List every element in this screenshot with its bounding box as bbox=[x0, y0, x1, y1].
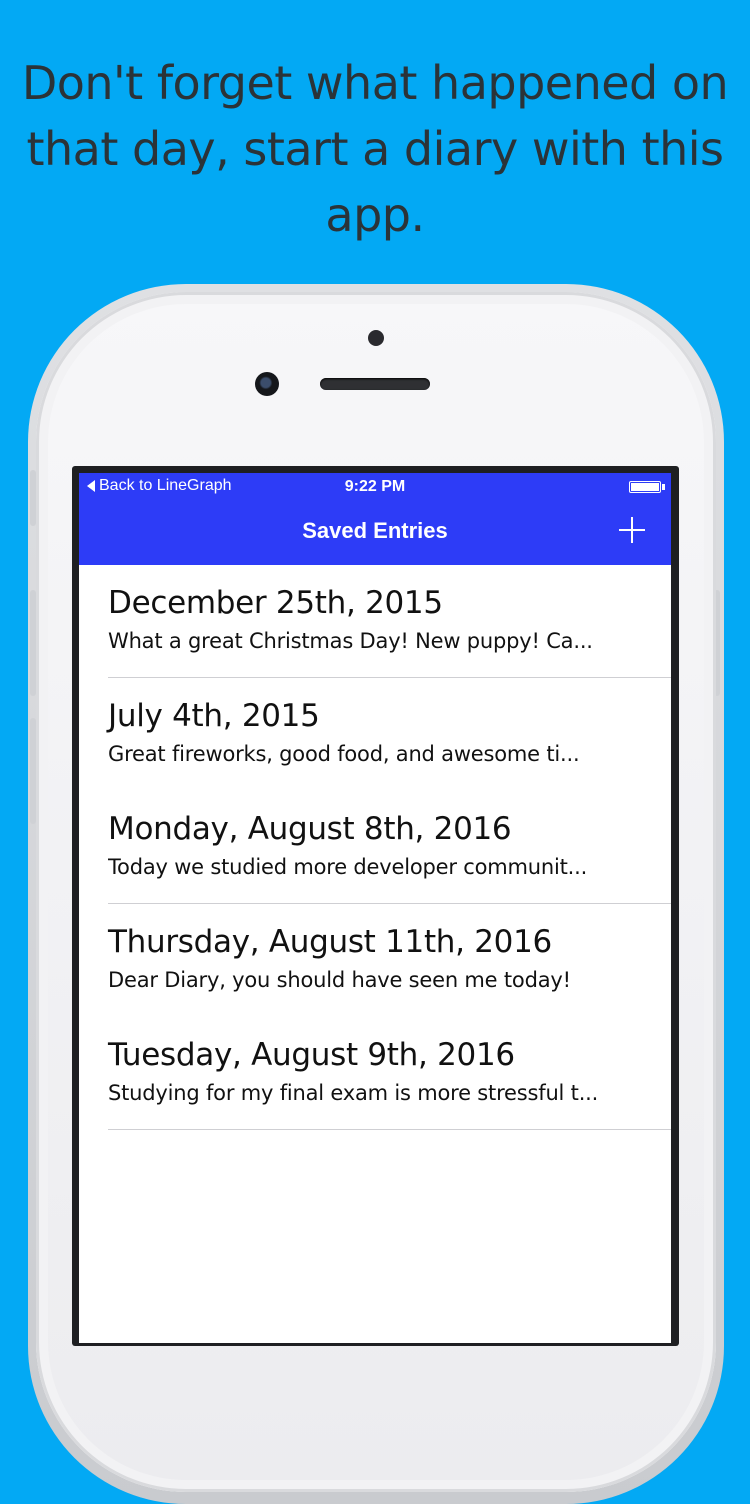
list-item[interactable]: December 25th, 2015 What a great Christm… bbox=[108, 565, 671, 678]
entry-date: Thursday, August 11th, 2016 bbox=[108, 924, 552, 960]
entry-preview: Dear Diary, you should have seen me toda… bbox=[108, 968, 571, 992]
entries-list: December 25th, 2015 What a great Christm… bbox=[79, 565, 671, 1130]
entry-date: Tuesday, August 9th, 2016 bbox=[108, 1037, 515, 1073]
list-item[interactable]: Thursday, August 11th, 2016 Dear Diary, … bbox=[108, 904, 671, 1017]
entry-preview: Today we studied more developer communit… bbox=[108, 855, 588, 879]
entry-preview: Studying for my final exam is more stres… bbox=[108, 1081, 599, 1105]
battery-icon bbox=[629, 481, 661, 493]
status-time: 9:22 PM bbox=[344, 478, 406, 495]
navigation-bar: Back to LineGraph 9:22 PM Saved Entries bbox=[79, 473, 671, 565]
promo-headline: Don't forget what happened on that day, … bbox=[21, 56, 729, 242]
entry-preview: Great fireworks, good food, and awesome … bbox=[108, 742, 580, 766]
earpiece-speaker bbox=[320, 378, 430, 390]
entry-date: Monday, August 8th, 2016 bbox=[108, 811, 512, 847]
app-screen: Back to LineGraph 9:22 PM Saved Entries … bbox=[79, 473, 671, 1343]
list-item[interactable]: Monday, August 8th, 2016 Today we studie… bbox=[108, 791, 671, 904]
entry-date: July 4th, 2015 bbox=[108, 698, 320, 734]
battery-tip bbox=[662, 484, 665, 490]
front-camera-icon bbox=[255, 372, 279, 396]
page-title: Saved Entries bbox=[302, 518, 448, 543]
entry-preview: What a great Christmas Day! New puppy! C… bbox=[108, 629, 593, 653]
entry-date: December 25th, 2015 bbox=[108, 585, 443, 621]
proximity-sensor bbox=[368, 330, 384, 346]
add-entry-button[interactable] bbox=[617, 515, 647, 545]
list-item[interactable]: Tuesday, August 9th, 2016 Studying for m… bbox=[108, 1017, 671, 1130]
list-item[interactable]: July 4th, 2015 Great fireworks, good foo… bbox=[108, 678, 671, 791]
